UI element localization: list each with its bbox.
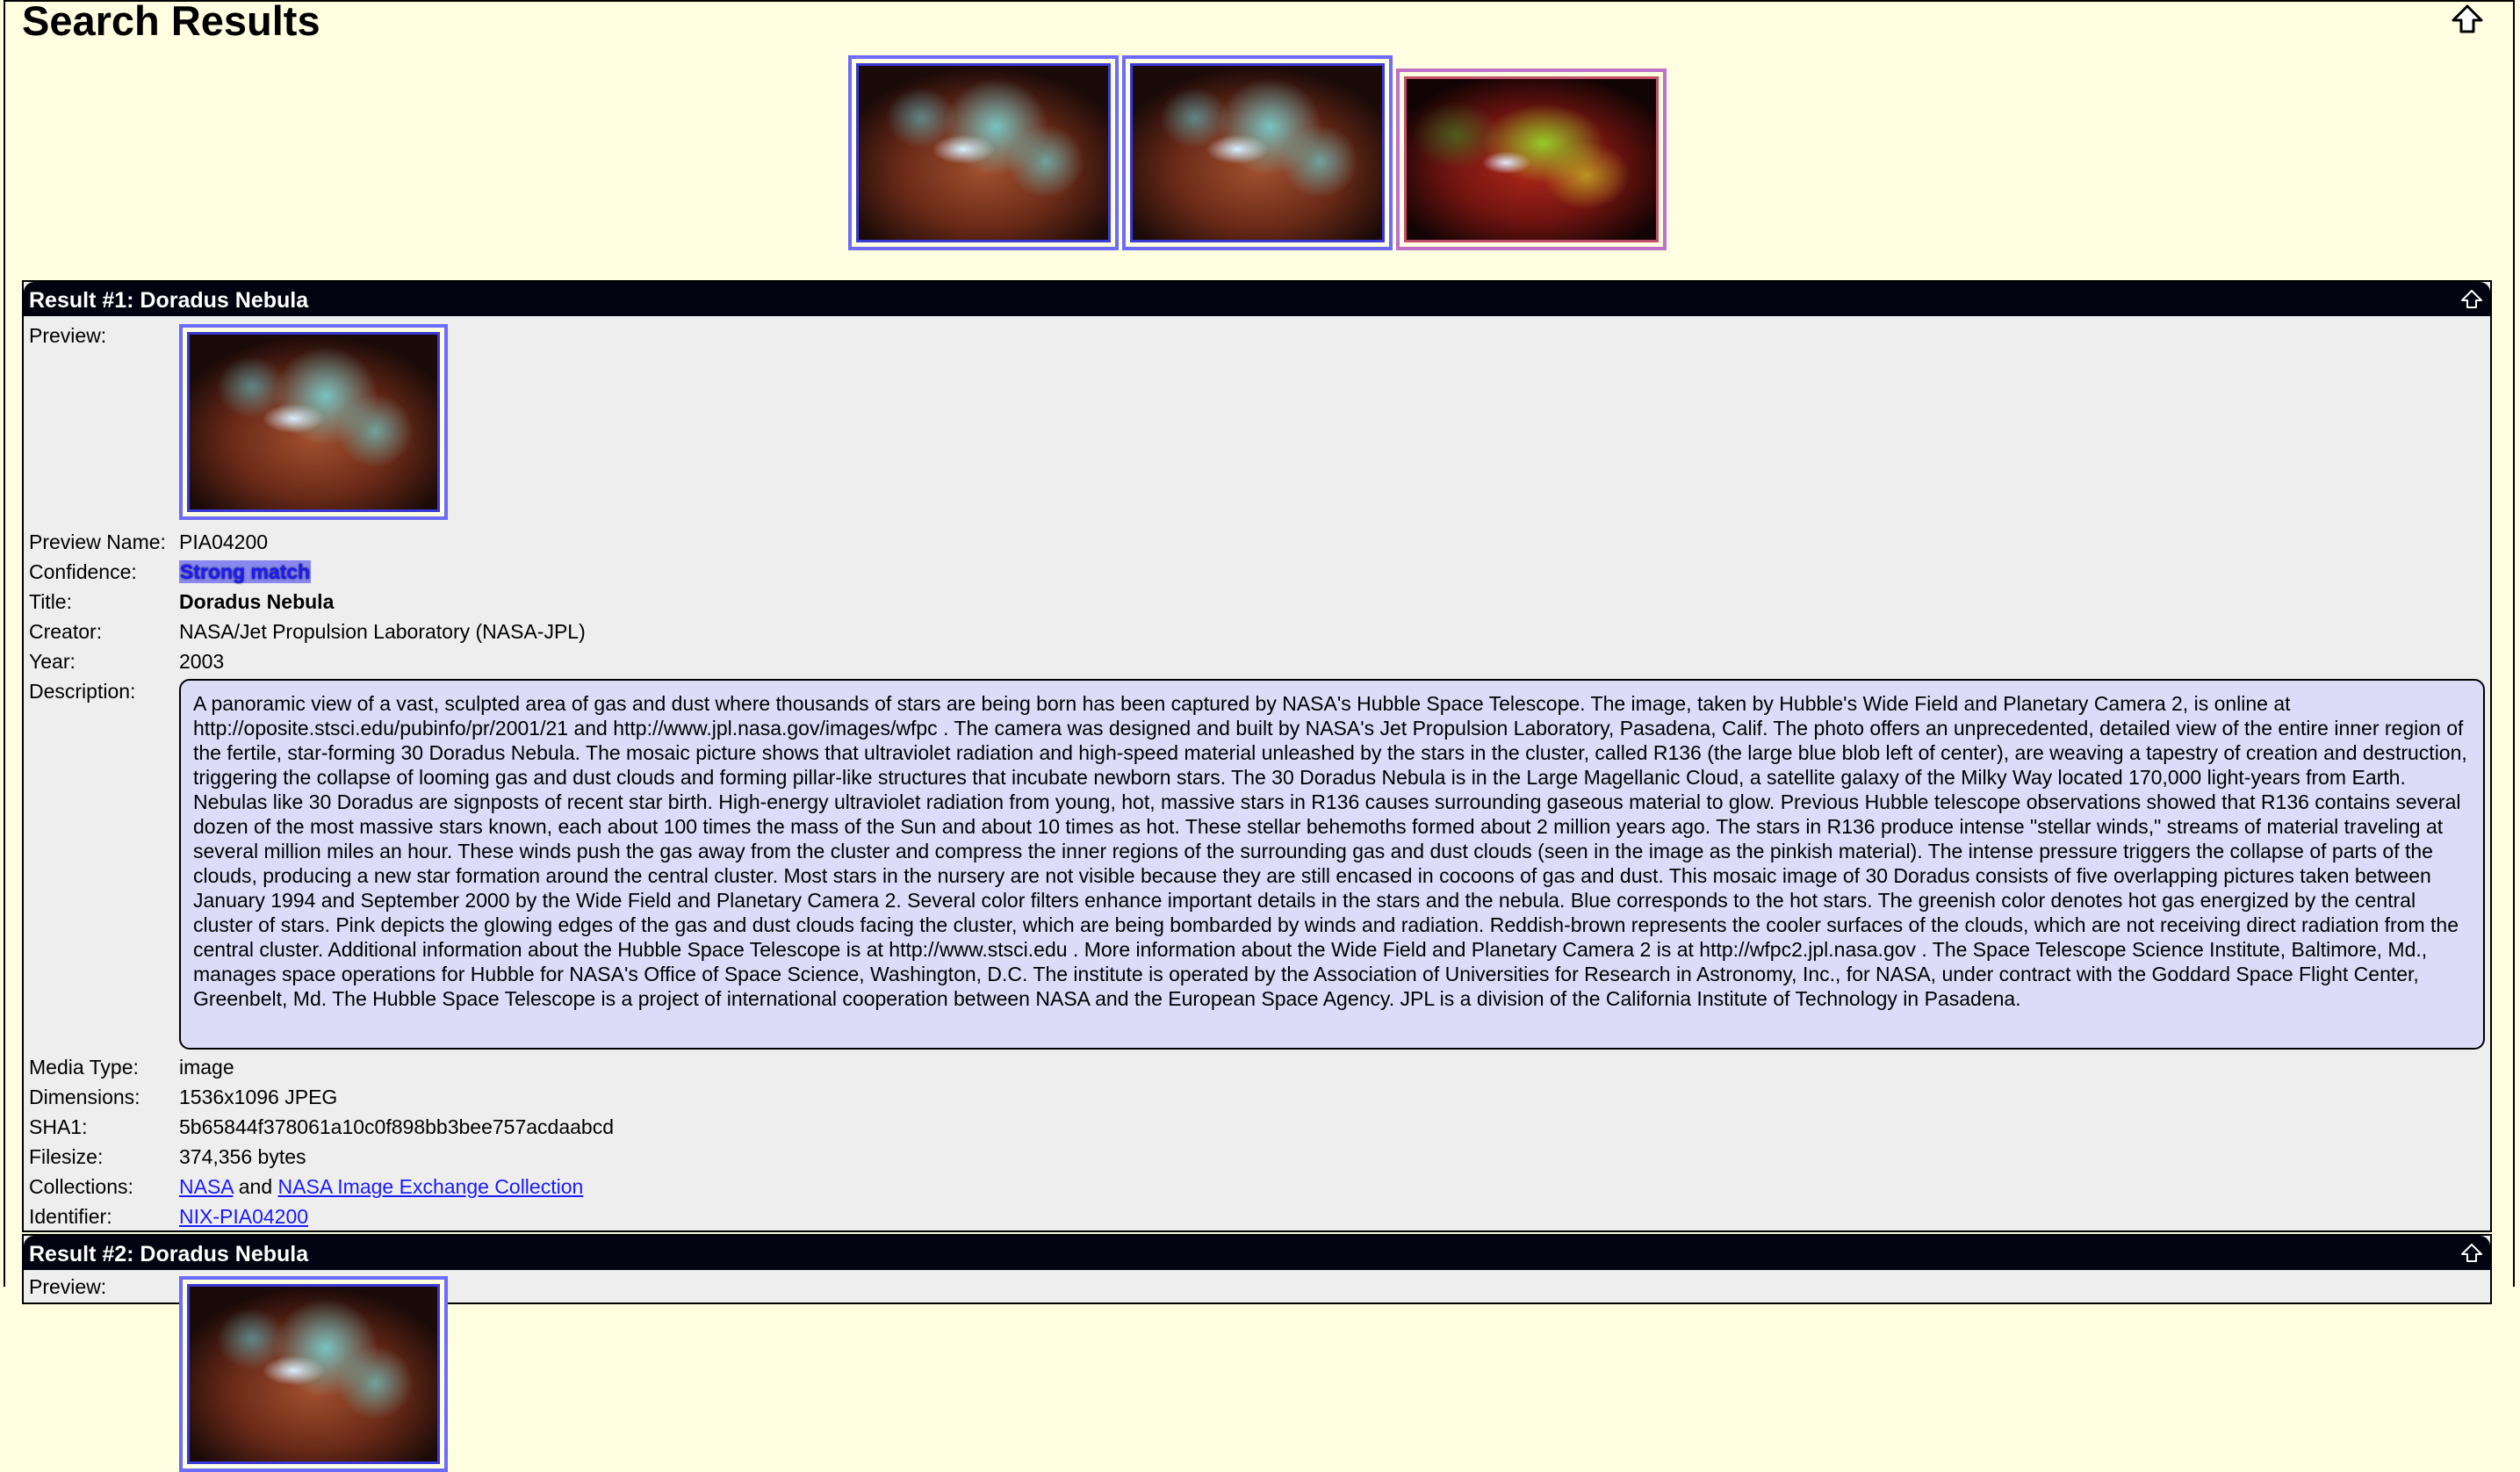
- creator-label: Creator:: [29, 620, 103, 643]
- dimensions-label: Dimensions:: [29, 1086, 140, 1108]
- result-panel-1: Result #1: Doradus Nebula Preview: Previ…: [22, 280, 2492, 1232]
- result-title: Result #1: Doradus Nebula: [29, 288, 309, 313]
- filesize-label: Filesize:: [29, 1145, 104, 1168]
- page-title: Search Results: [22, 0, 320, 44]
- media-type-label: Media Type:: [29, 1056, 139, 1079]
- preview-name-value: PIA04200: [179, 530, 269, 553]
- scroll-to-top-icon[interactable]: [2450, 4, 2485, 35]
- nebula-thumbnail: [187, 332, 440, 512]
- dimensions-value: 1536x1096 JPEG: [179, 1086, 338, 1108]
- nebula-thumbnail: [187, 1284, 440, 1464]
- result-header: Result #1: Doradus Nebula: [24, 282, 2490, 316]
- preview-image[interactable]: [179, 324, 448, 520]
- title-label: Title:: [29, 590, 72, 613]
- confidence-label: Confidence:: [29, 560, 137, 583]
- creator-value: NASA/Jet Propulsion Laboratory (NASA-JPL…: [179, 620, 586, 643]
- thumbnail-3[interactable]: [1396, 69, 1667, 250]
- result-header: Result #2: Doradus Nebula: [24, 1236, 2490, 1270]
- result-title: Result #2: Doradus Nebula: [29, 1242, 309, 1266]
- scroll-to-top-icon[interactable]: [2460, 1243, 2483, 1264]
- thumbnail-2[interactable]: [1122, 55, 1393, 250]
- confidence-badge: Strong match: [179, 560, 312, 583]
- collection-link-nasa[interactable]: NASA: [179, 1175, 233, 1198]
- year-value: 2003: [179, 650, 225, 673]
- thumbnail-1[interactable]: [848, 55, 1119, 250]
- identifier-label: Identifier:: [29, 1205, 112, 1228]
- collection-link-nix[interactable]: NASA Image Exchange Collection: [278, 1175, 584, 1198]
- collections-joiner: and: [233, 1175, 278, 1198]
- filesize-value: 374,356 bytes: [179, 1145, 306, 1168]
- preview-image[interactable]: [179, 1276, 448, 1472]
- result-panel-2: Result #2: Doradus Nebula Preview:: [22, 1234, 2492, 1472]
- description-box: A panoramic view of a vast, sculpted are…: [179, 679, 2485, 1050]
- description-label: Description:: [29, 680, 136, 703]
- nebula-thumbnail-alt: [1404, 76, 1659, 242]
- year-label: Year:: [29, 650, 76, 673]
- sha1-label: SHA1:: [29, 1115, 88, 1138]
- preview-name-label: Preview Name:: [29, 530, 166, 553]
- nebula-thumbnail: [1130, 63, 1385, 242]
- media-type-value: image: [179, 1056, 234, 1079]
- collections-value: NASA and NASA Image Exchange Collection: [179, 1174, 583, 1199]
- identifier-link[interactable]: NIX-PIA04200: [179, 1205, 308, 1228]
- nebula-thumbnail: [856, 63, 1111, 242]
- preview-label: Preview:: [29, 1275, 107, 1298]
- collections-label: Collections:: [29, 1175, 133, 1198]
- title-value: Doradus Nebula: [179, 590, 335, 613]
- preview-label: Preview:: [29, 324, 107, 347]
- sha1-value: 5b65844f378061a10c0f898bb3bee757acdaabcd: [179, 1115, 614, 1138]
- scroll-to-top-icon[interactable]: [2460, 289, 2483, 310]
